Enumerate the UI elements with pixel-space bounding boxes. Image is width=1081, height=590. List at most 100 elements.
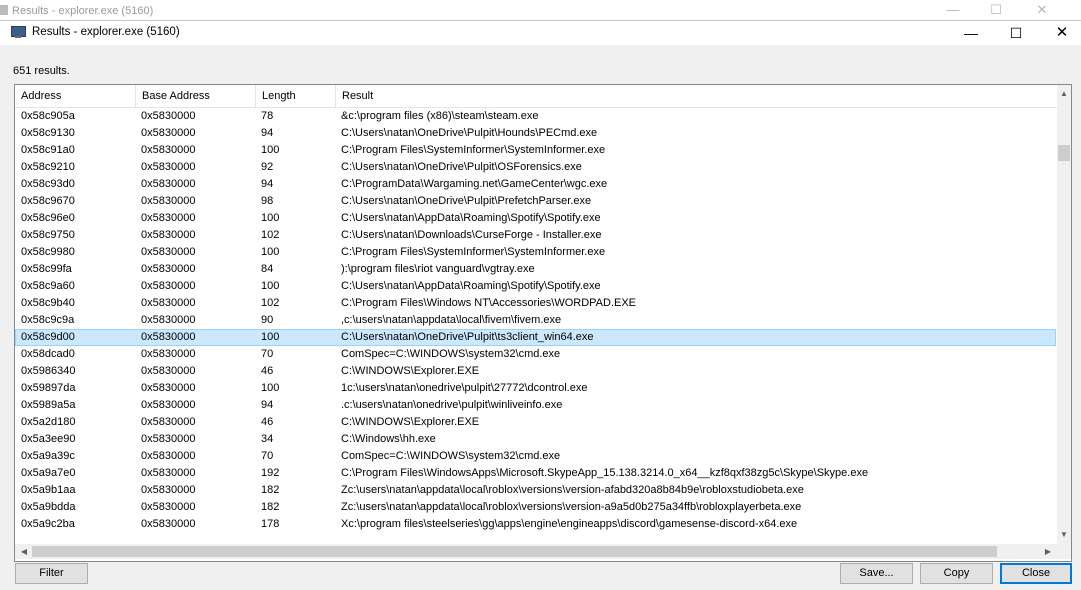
length-cell: 90 (261, 314, 274, 326)
length-cell: 182 (261, 501, 280, 513)
result-cell: ):\program files\riot vanguard\vgtray.ex… (341, 263, 535, 275)
length-cell: 100 (261, 382, 280, 394)
base-address-cell: 0x5830000 (141, 365, 196, 377)
table-row[interactable]: 0x5a9a39c 0x5830000 70 ComSpec=C:\WINDOWS\s… (15, 448, 1056, 465)
result-cell: ,c:\users\natan\appdata\local\fivem\five… (341, 314, 562, 326)
address-cell: 0x59897da (21, 382, 76, 394)
table-row[interactable]: 0x58c9670 0x5830000 98 C:\Users\natan\OneDr… (15, 193, 1056, 210)
base-address-cell: 0x5830000 (141, 110, 196, 122)
table-row[interactable]: 0x59897da 0x5830000 100 1c:\users\natan\one… (15, 380, 1056, 397)
base-address-cell: 0x5830000 (141, 518, 196, 530)
result-cell: C:\Program Files\Windows NT\Accessories\… (341, 297, 637, 309)
result-cell: C:\Windows\hh.exe (341, 433, 436, 445)
window-titlebar[interactable]: Results - explorer.exe (5160) — ☐ ✕ (0, 21, 1081, 45)
minimize-button[interactable]: — (948, 21, 994, 45)
column-header-result[interactable]: Result (336, 85, 1057, 107)
address-cell: 0x58c96e0 (21, 212, 75, 224)
address-cell: 0x5a9c2ba (21, 518, 75, 530)
results-window: Results - explorer.exe (5160) — ☐ ✕ 651 … (0, 20, 1081, 590)
table-row[interactable]: 0x5989a5a 0x5830000 94 .c:\users\natan\oned… (15, 397, 1056, 414)
table-row[interactable]: 0x58c9980 0x5830000 100 C:\Program Files\Sy… (15, 244, 1056, 261)
address-cell: 0x58c9750 (21, 229, 75, 241)
length-cell: 182 (261, 484, 280, 496)
result-cell: Zc:\users\natan\appdata\local\roblox\ver… (341, 484, 804, 496)
column-header-address[interactable]: Address (15, 85, 136, 107)
length-cell: 34 (261, 433, 274, 445)
result-cell: Xc:\program files\steelseries\gg\apps\en… (341, 518, 798, 530)
length-cell: 100 (261, 331, 280, 343)
address-cell: 0x58c905a (21, 110, 75, 122)
result-cell: C:\WINDOWS\Explorer.EXE (341, 416, 480, 428)
table-row[interactable]: 0x58c96e0 0x5830000 100 C:\Users\natan\AppD… (15, 210, 1056, 227)
table-row[interactable]: 0x58c91a0 0x5830000 100 C:\Program Files\Sy… (15, 142, 1056, 159)
base-address-cell: 0x5830000 (141, 450, 196, 462)
results-list[interactable]: Address Base Address Length Result 0x58c… (14, 84, 1072, 562)
address-cell: 0x58c9d00 (21, 331, 75, 343)
table-row[interactable]: 0x5a9b1aa 0x5830000 182 Zc:\users\natan\app… (15, 482, 1056, 499)
base-address-cell: 0x5830000 (141, 229, 196, 241)
table-row[interactable]: 0x5a2d180 0x5830000 46 C:\WINDOWS\Explorer.… (15, 414, 1056, 431)
table-row[interactable]: 0x58c93d0 0x5830000 94 C:\ProgramData\Warga… (15, 176, 1056, 193)
table-row[interactable]: 0x5a9bdda 0x5830000 182 Zc:\users\natan\app… (15, 499, 1056, 516)
horizontal-scroll-thumb[interactable] (32, 546, 997, 557)
copy-button[interactable]: Copy (920, 563, 993, 584)
length-cell: 70 (261, 348, 274, 360)
table-row[interactable]: 0x58c9a60 0x5830000 100 C:\Users\natan\AppD… (15, 278, 1056, 295)
close-button[interactable]: Close (1000, 563, 1072, 584)
address-cell: 0x5989a5a (21, 399, 76, 411)
address-cell: 0x58c9b40 (21, 297, 75, 309)
length-cell: 94 (261, 399, 274, 411)
result-cell: 1c:\users\natan\onedrive\pulpit\27772\dc… (341, 382, 588, 394)
table-row[interactable]: 0x58c9c9a 0x5830000 90 ,c:\users\natan\appd… (15, 312, 1056, 329)
result-cell: &c:\program files (x86)\steam\steam.exe (341, 110, 539, 122)
length-cell: 100 (261, 246, 280, 258)
filter-button[interactable]: Filter (15, 563, 88, 584)
base-address-cell: 0x5830000 (141, 501, 196, 513)
address-cell: 0x58dcad0 (21, 348, 75, 360)
address-cell: 0x5986340 (21, 365, 76, 377)
table-row[interactable]: 0x58c9130 0x5830000 94 C:\Users\natan\OneDr… (15, 125, 1056, 142)
app-monitor-icon (11, 26, 26, 39)
save-button[interactable]: Save... (840, 563, 913, 584)
scroll-left-arrow-icon[interactable]: ◀ (17, 544, 31, 559)
address-cell: 0x5a9a7e0 (21, 467, 76, 479)
maximize-button[interactable]: ☐ (993, 21, 1039, 45)
background-close-icon: ✕ (1036, 2, 1048, 17)
scroll-up-arrow-icon[interactable]: ▲ (1057, 87, 1071, 101)
address-cell: 0x58c9210 (21, 161, 75, 173)
table-row[interactable]: 0x58c9210 0x5830000 92 C:\Users\natan\OneDr… (15, 159, 1056, 176)
vertical-scroll-thumb[interactable] (1058, 145, 1070, 161)
table-row[interactable]: 0x58c9b40 0x5830000 102 C:\Program Files\Wi… (15, 295, 1056, 312)
address-cell: 0x58c99fa (21, 263, 72, 275)
result-cell: C:\Users\natan\OneDrive\Pulpit\Hounds\PE… (341, 127, 598, 139)
table-row[interactable]: 0x5a9a7e0 0x5830000 192 C:\Program Files\Wi… (15, 465, 1056, 482)
base-address-cell: 0x5830000 (141, 280, 196, 292)
table-row[interactable]: 0x58c9d00 0x5830000 100 C:\Users\natan\OneD… (15, 329, 1056, 346)
results-count-label: 651 results. (13, 65, 70, 77)
base-address-cell: 0x5830000 (141, 246, 196, 258)
column-header-base-address[interactable]: Base Address (136, 85, 256, 107)
result-cell: C:\Users\natan\OneDrive\Pulpit\PrefetchP… (341, 195, 592, 207)
table-row[interactable]: 0x58dcad0 0x5830000 70 ComSpec=C:\WINDOWS\s… (15, 346, 1056, 363)
scroll-down-arrow-icon[interactable]: ▼ (1057, 528, 1071, 542)
table-row[interactable]: 0x58c9750 0x5830000 102 C:\Users\natan\Down… (15, 227, 1056, 244)
close-window-button[interactable]: ✕ (1039, 21, 1081, 45)
base-address-cell: 0x5830000 (141, 127, 196, 139)
scrollbar-corner (1057, 544, 1071, 559)
length-cell: 100 (261, 144, 280, 156)
table-row[interactable]: 0x58c99fa 0x5830000 84):\program files\rio… (15, 261, 1056, 278)
horizontal-scrollbar[interactable]: ◀ ▶ (15, 544, 1057, 559)
scroll-right-arrow-icon[interactable]: ▶ (1041, 544, 1055, 559)
length-cell: 46 (261, 416, 274, 428)
vertical-scrollbar[interactable]: ▲ ▼ (1057, 85, 1071, 544)
address-cell: 0x58c9c9a (21, 314, 75, 326)
address-cell: 0x5a9bdda (21, 501, 76, 513)
table-row[interactable]: 0x5986340 0x5830000 46 C:\WINDOWS\Explorer.… (15, 363, 1056, 380)
table-row[interactable]: 0x5a9c2ba 0x5830000 178 Xc:\program files\s… (15, 516, 1056, 533)
table-row[interactable]: 0x58c905a 0x5830000 78 &c:\program files (x… (15, 108, 1056, 125)
address-cell: 0x58c9980 (21, 246, 75, 258)
column-header-length[interactable]: Length (256, 85, 336, 107)
address-cell: 0x5a2d180 (21, 416, 76, 428)
table-row[interactable]: 0x5a3ee90 0x5830000 34 C:\Windows\hh.exe (15, 431, 1056, 448)
address-cell: 0x5a9a39c (21, 450, 75, 462)
